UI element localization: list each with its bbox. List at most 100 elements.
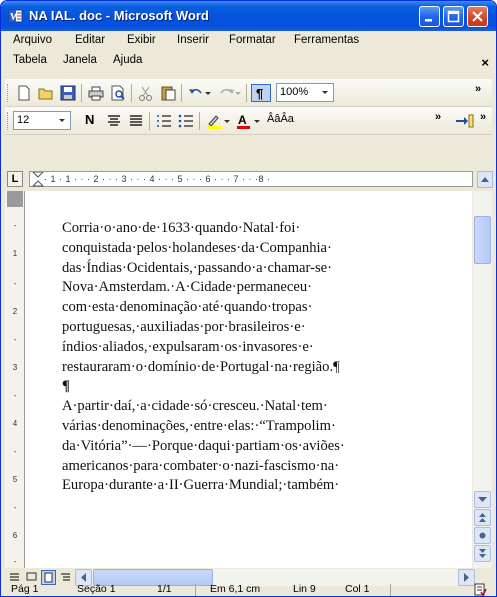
previous-page-button[interactable] xyxy=(474,509,491,526)
svg-text:¶: ¶ xyxy=(256,86,263,101)
menu-tabela[interactable]: Tabela xyxy=(13,54,47,66)
status-position: Em 6,1 cm xyxy=(210,583,261,595)
vruler-mark: 3 xyxy=(12,363,18,372)
toolbar-overflow-button-2[interactable]: » xyxy=(480,111,486,123)
menu-janela[interactable]: Janela xyxy=(63,54,97,66)
new-document-icon[interactable] xyxy=(15,84,33,102)
vruler-mark: - xyxy=(13,391,17,400)
vertical-scrollbar[interactable] xyxy=(473,191,492,568)
document-text[interactable]: Corria·o·ano·de·1633·quando·Natal·foi· c… xyxy=(62,219,460,496)
status-separator xyxy=(195,584,196,596)
doc-line: Nova·Amsterdam.·A·Cidade·permaneceu· xyxy=(62,279,313,296)
font-style-sample[interactable]: ÂâÂa xyxy=(267,113,294,125)
browse-object-icon xyxy=(479,532,486,539)
document-page[interactable]: Corria·o·ano·de·1633·quando·Natal·foi· c… xyxy=(26,191,472,568)
doc-line: americanos·para·combater·o·nazi-fascismo… xyxy=(62,457,340,474)
font-size-value: 12 xyxy=(17,114,30,126)
toolbar-separator xyxy=(131,84,132,102)
standard-toolbar: ¶ 100% » xyxy=(5,79,492,107)
vruler-mark: - xyxy=(13,221,17,230)
scroll-down-button[interactable] xyxy=(474,491,491,508)
menu-ajuda[interactable]: Ajuda xyxy=(113,54,142,66)
vertical-ruler[interactable]: - 1 - 2 - 3 - 4 - 5 - 6 - xyxy=(5,191,25,568)
bulleted-list-icon[interactable] xyxy=(177,112,195,130)
minimize-icon xyxy=(425,19,432,22)
print-icon[interactable] xyxy=(87,84,105,102)
ruler-marks: · 1 · 1 · · · 2 · · · 3 · · · 4 · · · 5 … xyxy=(44,174,271,184)
menu-editar[interactable]: Editar xyxy=(75,34,105,46)
zoom-select[interactable]: 100% xyxy=(276,83,334,102)
close-button[interactable] xyxy=(467,6,488,27)
spelling-status-icon[interactable] xyxy=(473,583,487,597)
title-bar[interactable]: W NA IAL. doc - Microsoft Word xyxy=(1,1,496,31)
menu-arquivo[interactable]: Arquivo xyxy=(13,34,52,46)
toolbar-separator xyxy=(199,112,200,130)
toolbar-grip[interactable] xyxy=(7,84,10,102)
doc-line: conquistada·pelos·holandeses·da·Companhi… xyxy=(62,239,332,256)
status-separator xyxy=(390,584,391,596)
cut-icon[interactable] xyxy=(137,84,155,102)
chevron-down-icon[interactable] xyxy=(318,85,332,100)
menu-ferramentas[interactable]: Ferramentas xyxy=(294,34,359,46)
numbered-list-icon[interactable] xyxy=(155,112,173,130)
menu-bar: Arquivo Editar Exibir Inserir Formatar F… xyxy=(5,32,492,74)
select-browse-object-button[interactable] xyxy=(474,527,491,544)
vertical-ruler-margin xyxy=(7,191,23,207)
doc-line: várias·denominações,·entre·elas:·“Trampo… xyxy=(62,417,336,434)
doc-line: restauraram·o·domínio·de·Portugal·na·reg… xyxy=(62,358,340,375)
double-down-icon xyxy=(479,549,486,558)
vruler-mark: - xyxy=(13,279,17,288)
highlight-icon[interactable] xyxy=(205,112,231,130)
maximize-icon xyxy=(447,10,460,23)
toolbar-overflow-button[interactable]: » xyxy=(435,111,441,123)
status-section: Seção 1 xyxy=(77,583,116,595)
doc-line-empty-paragraph: ¶ xyxy=(62,378,70,395)
ruler-row: L · 1 · 1 · · · 2 · · · 3 · · · 4 · · · … xyxy=(5,167,493,191)
toolbar-separator xyxy=(149,112,150,130)
paste-icon[interactable] xyxy=(159,84,177,102)
word-app-icon[interactable]: W xyxy=(8,8,24,24)
tab-selector[interactable]: L xyxy=(7,171,23,187)
align-center-icon[interactable] xyxy=(105,112,123,130)
vertical-scroll-thumb[interactable] xyxy=(474,216,491,264)
toolbar-grip[interactable] xyxy=(7,112,10,130)
maximize-button[interactable] xyxy=(443,6,464,27)
vruler-mark: - xyxy=(13,447,17,456)
show-formatting-icon[interactable]: ¶ xyxy=(251,84,271,102)
menu-exibir[interactable]: Exibir xyxy=(127,34,156,46)
doc-line: A·partir·daí,·a·cidade·só·cresceu.·Natal… xyxy=(62,398,328,415)
redo-icon[interactable] xyxy=(217,84,243,102)
chevron-down-icon[interactable] xyxy=(55,113,69,128)
document-area: - 1 - 2 - 3 - 4 - 5 - 6 - Corria·o·ano·d… xyxy=(5,191,472,568)
font-color-icon[interactable]: A xyxy=(235,112,261,130)
document-close-button[interactable]: × xyxy=(481,55,489,70)
indent-marker-icon[interactable] xyxy=(32,172,44,187)
doc-line: portuguesas,·auxiliadas·por·brasileiros·… xyxy=(62,318,306,335)
zoom-value: 100% xyxy=(280,86,309,98)
justify-icon[interactable] xyxy=(127,112,145,130)
toolbar-overflow-button[interactable]: » xyxy=(475,83,481,95)
bold-button[interactable]: N xyxy=(85,112,94,127)
double-up-icon xyxy=(479,513,486,522)
svg-text:A: A xyxy=(238,113,247,127)
undo-icon[interactable] xyxy=(187,84,213,102)
doc-line: Corria·o·ano·de·1633·quando·Natal·foi· xyxy=(62,220,301,236)
vruler-mark: 6 xyxy=(12,531,18,540)
menu-formatar[interactable]: Formatar xyxy=(229,34,276,46)
minimize-button[interactable] xyxy=(419,6,440,27)
toolbar-separator xyxy=(81,84,82,102)
status-page: Pág 1 xyxy=(11,583,39,595)
horizontal-ruler[interactable]: · 1 · 1 · · · 2 · · · 3 · · · 4 · · · 5 … xyxy=(29,171,473,187)
font-size-select[interactable]: 12 xyxy=(13,111,71,130)
menu-inserir[interactable]: Inserir xyxy=(177,34,209,46)
toolbar-separator xyxy=(181,84,182,102)
next-page-icon[interactable] xyxy=(453,112,475,130)
scroll-up-button[interactable] xyxy=(477,171,493,188)
doc-line: índios·aliados,·expulsaram·os·invasores·… xyxy=(62,338,314,355)
next-page-button[interactable] xyxy=(474,545,491,562)
vruler-mark: 2 xyxy=(12,307,18,316)
doc-line: Europa·durante·a·II·Guerra·Mundial;·tamb… xyxy=(62,477,340,494)
open-folder-icon[interactable] xyxy=(37,84,55,102)
save-icon[interactable] xyxy=(59,84,77,102)
print-preview-icon[interactable] xyxy=(109,84,127,102)
